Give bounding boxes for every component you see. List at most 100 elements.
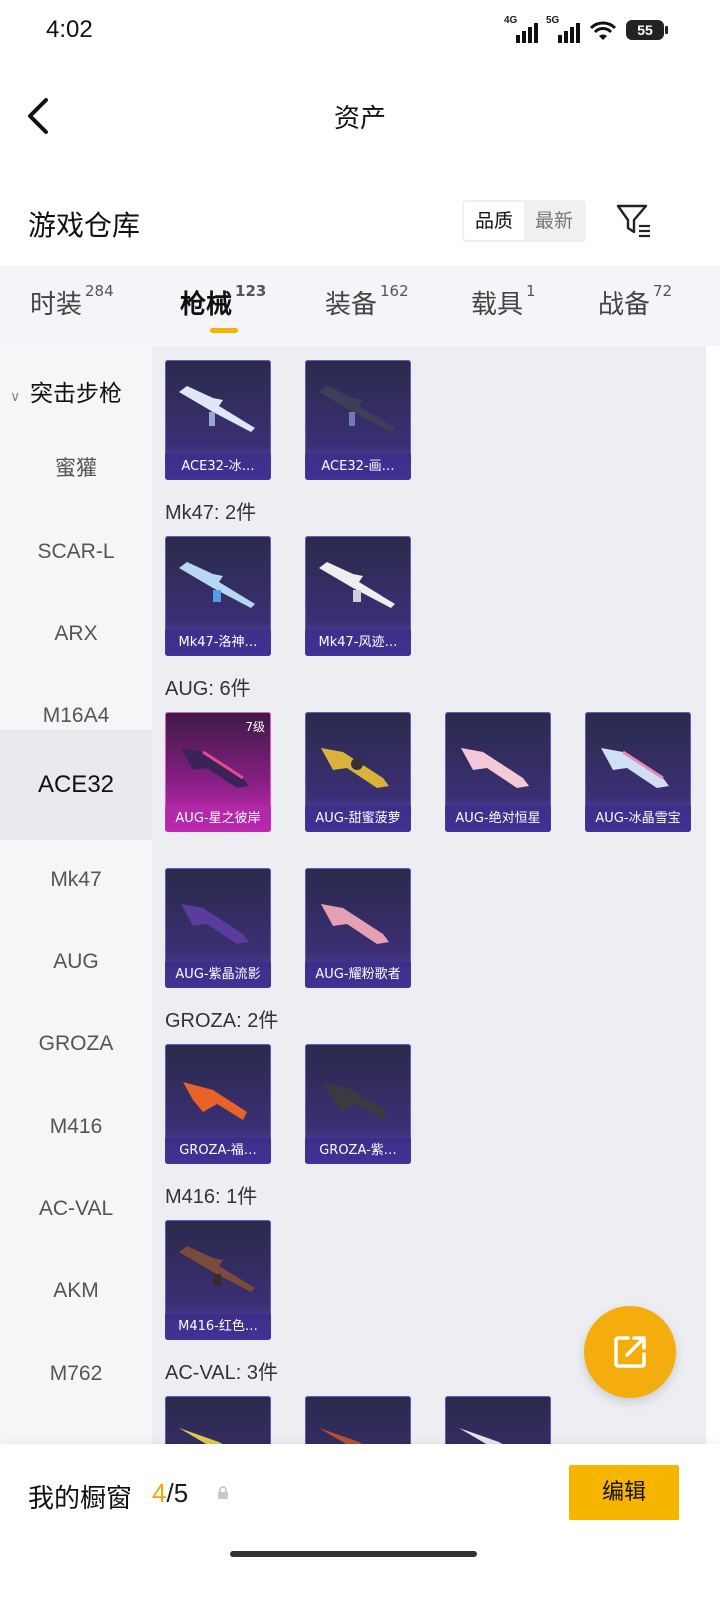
section-title: 游戏仓库: [28, 209, 141, 242]
rifle-skin-icon: [461, 748, 529, 788]
weapon-card[interactable]: ACE32-冰…: [165, 360, 271, 480]
rifle-skin-icon: [179, 386, 255, 432]
group-label-aug: AUG: 6件: [165, 678, 251, 700]
rifle-skin-icon: [183, 1082, 247, 1120]
showcase-title: 我的橱窗: [28, 1484, 133, 1514]
weapon-card[interactable]: AUG-绝对恒星: [445, 712, 551, 832]
weapon-name: AUG-星之彼岸: [165, 806, 271, 832]
weapon-name: ACE32-画…: [305, 454, 411, 480]
sidebar-item-scar-l[interactable]: SCAR-L: [0, 540, 152, 564]
filter-icon[interactable]: [614, 200, 654, 240]
weapon-card[interactable]: AUG-耀粉歌者: [305, 868, 411, 988]
rifle-skin-icon: [321, 904, 389, 944]
sort-newest-option[interactable]: 最新: [524, 202, 584, 240]
sidebar-item-honey-badger[interactable]: 蜜獾: [0, 452, 152, 482]
rifle-skin-icon: [179, 1428, 226, 1446]
rifle-skin-icon: [181, 748, 249, 788]
weapon-name: AUG-甜蜜菠萝: [305, 806, 411, 832]
weapon-card[interactable]: [445, 1396, 551, 1446]
tab-vehicles[interactable]: 载具 1: [471, 282, 536, 321]
warehouse-header: 游戏仓库 品质 最新: [0, 190, 720, 260]
tab-label: 装备: [325, 290, 378, 320]
sidebar-item-ac-val[interactable]: AC-VAL: [0, 1197, 152, 1221]
tab-label: 战备: [598, 290, 651, 320]
rifle-skin-icon: [323, 1082, 387, 1120]
app-header: 资产: [0, 64, 720, 174]
sidebar-item-m16a4[interactable]: M16A4: [0, 704, 152, 728]
tab-outfits[interactable]: 时装 284: [30, 282, 114, 321]
home-indicator: [230, 1551, 477, 1557]
sidebar-item-groza[interactable]: GROZA: [0, 1032, 152, 1056]
sidebar-item-aug[interactable]: AUG: [0, 950, 152, 974]
rifle-skin-icon: [179, 1246, 255, 1292]
tab-count: 72: [653, 282, 673, 300]
weapon-sidebar: ∨ 突击步枪 蜜獾 SCAR-L ARX M16A4 ACE32 Mk47 AUG…: [0, 346, 152, 1446]
share-external-icon: [614, 1336, 646, 1368]
rifle-skin-icon: [319, 1428, 366, 1446]
showcase-total: /5: [166, 1478, 189, 1508]
showcase-current: 4: [152, 1478, 167, 1508]
weapon-card[interactable]: M416-红色…: [165, 1220, 271, 1340]
edit-button[interactable]: 编辑: [569, 1465, 679, 1520]
group-label-groza: GROZA: 2件: [165, 1010, 279, 1032]
rifle-skin-icon: [459, 1428, 506, 1446]
status-time: 4:02: [46, 16, 93, 43]
signal-4g-icon: 4G: [504, 15, 538, 43]
tab-count: 123: [235, 282, 267, 300]
sidebar-item-arx[interactable]: ARX: [0, 622, 152, 646]
weapon-card[interactable]: ACE32-画…: [305, 360, 411, 480]
weapon-name: AUG-冰晶雪宝: [585, 806, 691, 832]
weapon-card[interactable]: [165, 1396, 271, 1446]
weapon-card[interactable]: [305, 1396, 411, 1446]
weapon-name: GROZA-紫…: [305, 1138, 411, 1164]
rifle-skin-icon: [321, 748, 389, 788]
rifle-skin-icon: [179, 562, 255, 608]
weapon-card[interactable]: AUG-冰晶雪宝: [585, 712, 691, 832]
sidebar-item-m762[interactable]: M762: [0, 1362, 152, 1386]
group-label-ac-val: AC-VAL: 3件: [165, 1362, 278, 1384]
sidebar-item-mk47[interactable]: Mk47: [0, 868, 152, 892]
weapon-name: AUG-绝对恒星: [445, 806, 551, 832]
active-tab-indicator: [210, 328, 238, 333]
weapon-name: AUG-耀粉歌者: [305, 962, 411, 988]
weapon-grid: ACE32-冰… ACE32-画… Mk47: 2件 Mk47-洛神… Mk47…: [152, 346, 706, 1446]
tab-label: 时装: [30, 290, 83, 320]
weapon-card[interactable]: GROZA-紫…: [305, 1044, 411, 1164]
showcase-count: 4/5: [152, 1478, 188, 1509]
tab-firearms[interactable]: 枪械 123: [180, 282, 267, 321]
showcase-bar: 我的橱窗 4/5 编辑: [0, 1444, 720, 1600]
tab-equipment[interactable]: 装备 162: [325, 282, 409, 321]
signal-5g-icon: 5G: [546, 15, 580, 43]
sort-quality-option[interactable]: 品质: [464, 202, 524, 240]
rifle-skin-icon: [319, 562, 395, 608]
chevron-down-icon: ∨: [10, 389, 21, 405]
weapon-card[interactable]: AUG-紫晶流影: [165, 868, 271, 988]
tab-supplies[interactable]: 战备 72: [598, 282, 673, 321]
lock-icon: [218, 1486, 228, 1499]
category-tabs: 时装 284 枪械 123 装备 162 载具 1 战备 72: [0, 266, 720, 346]
sidebar-item-m416[interactable]: M416: [0, 1115, 152, 1139]
share-fab-button[interactable]: [584, 1306, 676, 1398]
weapon-card[interactable]: GROZA-福…: [165, 1044, 271, 1164]
wifi-icon: [589, 21, 617, 40]
weapon-name: GROZA-福…: [165, 1138, 271, 1164]
status-icons: 4G 5G 55: [504, 15, 668, 44]
group-label-m416: M416: 1件: [165, 1186, 258, 1208]
sidebar-item-ace32[interactable]: ACE32: [0, 730, 152, 840]
sidebar-category-assault-rifle[interactable]: ∨ 突击步枪: [10, 374, 122, 408]
weapon-name: AUG-紫晶流影: [165, 962, 271, 988]
weapon-card[interactable]: AUG-甜蜜菠萝: [305, 712, 411, 832]
group-label-mk47: Mk47: 2件: [165, 502, 257, 524]
rifle-skin-icon: [601, 748, 669, 788]
sidebar-item-akm[interactable]: AKM: [0, 1279, 152, 1303]
status-bar: 4:02 4G 5G 55: [0, 0, 720, 64]
weapon-name: M416-红色…: [165, 1314, 271, 1340]
battery-icon: 55: [626, 20, 668, 40]
weapon-card[interactable]: Mk47-洛神…: [165, 536, 271, 656]
weapon-name: Mk47-洛神…: [165, 630, 271, 656]
weapon-card[interactable]: 7级 AUG-星之彼岸: [165, 712, 271, 832]
rifle-skin-icon: [181, 904, 249, 944]
sort-toggle: 品质 最新: [462, 200, 586, 242]
tab-count: 1: [526, 282, 536, 300]
weapon-card[interactable]: Mk47-风迹…: [305, 536, 411, 656]
